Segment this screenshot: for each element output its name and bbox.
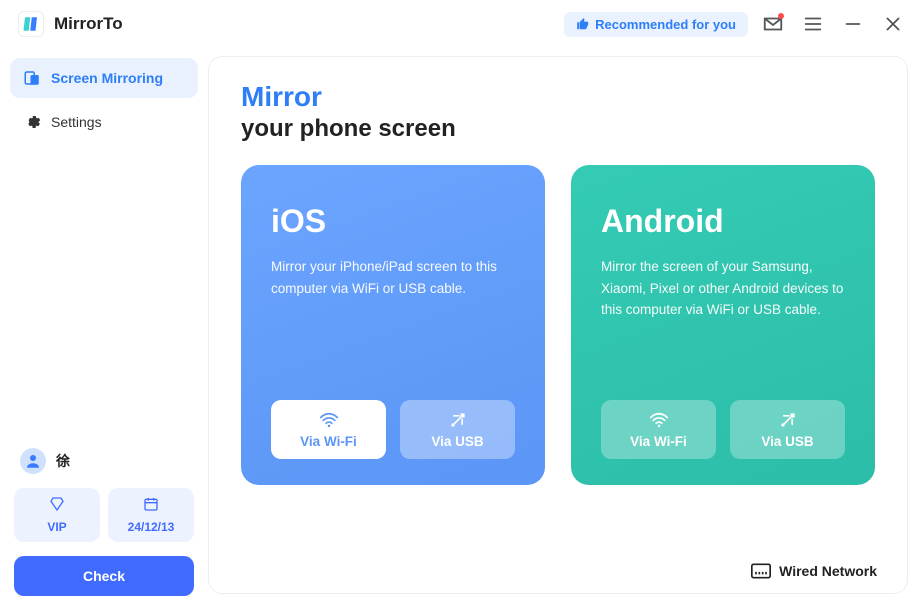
vip-card[interactable]: VIP bbox=[14, 488, 100, 542]
network-status[interactable]: Wired Network bbox=[751, 563, 877, 579]
minimize-icon bbox=[842, 13, 864, 35]
avatar bbox=[20, 448, 46, 474]
ios-usb-button[interactable]: Via USB bbox=[400, 400, 515, 459]
page-heading-2: your phone screen bbox=[241, 115, 875, 143]
ios-usb-label: Via USB bbox=[431, 434, 483, 449]
expiry-card[interactable]: 24/12/13 bbox=[108, 488, 194, 542]
username: 徐 bbox=[56, 451, 70, 471]
sidebar-item-settings[interactable]: Settings bbox=[10, 102, 198, 142]
sidebar-item-screen-mirroring[interactable]: Screen Mirroring bbox=[10, 58, 198, 98]
wifi-icon bbox=[319, 410, 339, 430]
android-usb-button[interactable]: Via USB bbox=[730, 400, 845, 459]
thumbs-up-icon bbox=[576, 17, 590, 31]
hamburger-icon bbox=[802, 13, 824, 35]
ios-description: Mirror your iPhone/iPad screen to this c… bbox=[271, 256, 515, 299]
screen-mirroring-icon bbox=[23, 69, 41, 87]
vip-label: VIP bbox=[47, 520, 66, 534]
expiry-label: 24/12/13 bbox=[128, 520, 175, 534]
minimize-button[interactable] bbox=[842, 13, 864, 35]
sidebar-item-label: Screen Mirroring bbox=[51, 70, 163, 86]
user-icon bbox=[24, 452, 42, 470]
android-title: Android bbox=[601, 203, 845, 240]
android-wifi-label: Via Wi-Fi bbox=[630, 434, 687, 449]
titlebar: MirrorTo Recommended for you bbox=[0, 0, 922, 48]
inbox-button[interactable] bbox=[762, 13, 784, 35]
close-button[interactable] bbox=[882, 13, 904, 35]
gear-icon bbox=[23, 113, 41, 131]
ios-card: iOS Mirror your iPhone/iPad screen to th… bbox=[241, 165, 545, 485]
android-wifi-button[interactable]: Via Wi-Fi bbox=[601, 400, 716, 459]
user-row[interactable]: 徐 bbox=[10, 440, 198, 482]
usb-icon bbox=[448, 410, 468, 430]
recommended-button[interactable]: Recommended for you bbox=[564, 12, 748, 37]
page-heading-1: Mirror bbox=[241, 81, 875, 113]
close-icon bbox=[882, 13, 904, 35]
ios-wifi-label: Via Wi-Fi bbox=[300, 434, 357, 449]
ios-wifi-button[interactable]: Via Wi-Fi bbox=[271, 400, 386, 459]
android-description: Mirror the screen of your Samsung, Xiaom… bbox=[601, 256, 845, 321]
wifi-icon bbox=[649, 410, 669, 430]
network-label: Wired Network bbox=[779, 563, 877, 579]
check-label: Check bbox=[83, 568, 125, 584]
main-content: Mirror your phone screen iOS Mirror your… bbox=[208, 56, 908, 594]
usb-icon bbox=[778, 410, 798, 430]
android-usb-label: Via USB bbox=[761, 434, 813, 449]
calendar-icon bbox=[143, 496, 159, 512]
ios-title: iOS bbox=[271, 203, 515, 240]
app-title: MirrorTo bbox=[54, 14, 123, 34]
sidebar: Screen Mirroring Settings 徐 VIP 24/12/13… bbox=[0, 48, 208, 608]
diamond-icon bbox=[49, 496, 65, 512]
check-button[interactable]: Check bbox=[14, 556, 194, 596]
recommended-label: Recommended for you bbox=[595, 17, 736, 32]
menu-button[interactable] bbox=[802, 13, 824, 35]
sidebar-item-label: Settings bbox=[51, 114, 102, 130]
ethernet-icon bbox=[751, 563, 771, 579]
app-logo bbox=[18, 11, 44, 37]
android-card: Android Mirror the screen of your Samsun… bbox=[571, 165, 875, 485]
notification-dot bbox=[778, 13, 784, 19]
